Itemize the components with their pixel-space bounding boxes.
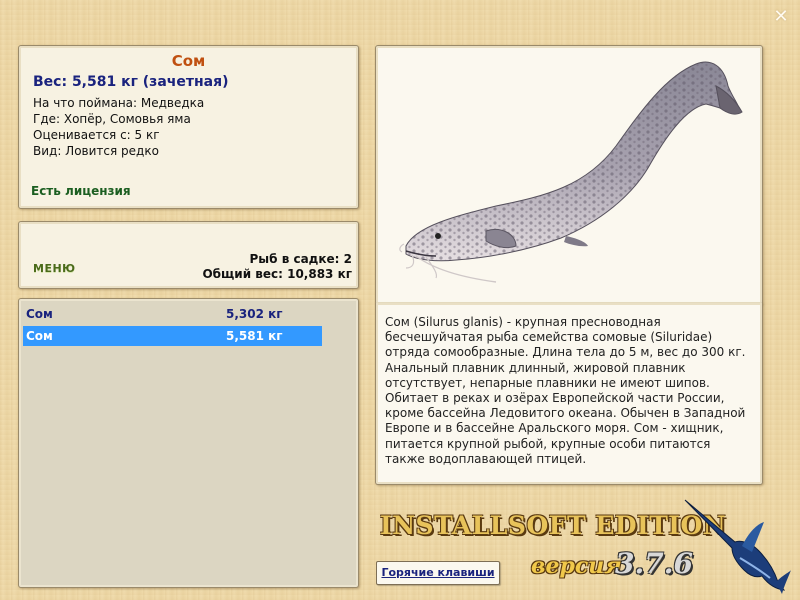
fish-weight: Вес: 5,581 кг (зачетная): [33, 74, 229, 90]
list-item[interactable]: Сом 5,302 кг: [23, 304, 322, 324]
hotkeys-button[interactable]: Горячие клавиши: [376, 561, 500, 585]
list-item-selected[interactable]: Сом 5,581 кг: [23, 326, 322, 346]
close-icon: ✕: [773, 6, 789, 27]
version-label: версия: [531, 553, 622, 579]
fish-info-panel: Сом Вес: 5,581 кг (зачетная) На что пойм…: [18, 45, 359, 209]
list-item-name: Сом: [26, 329, 53, 343]
menu-button[interactable]: МЕНЮ: [33, 262, 76, 275]
bait-info: На что поймана: Медведка: [33, 96, 205, 110]
marlin-logo: [684, 499, 791, 594]
list-item-weight: 5,581 кг: [226, 329, 283, 343]
close-button[interactable]: ✕: [771, 7, 791, 27]
list-item-name: Сом: [26, 307, 53, 321]
total-weight: Общий вес: 10,883 кг: [202, 267, 352, 281]
list-item-weight: 5,302 кг: [226, 307, 283, 321]
catch-list: Сом 5,302 кг Сом 5,581 кг: [18, 298, 359, 588]
location-info: Где: Хопёр, Сомовья яма: [33, 112, 191, 126]
kind-info: Вид: Ловится редко: [33, 144, 159, 158]
fish-description: Сом (Silurus glanis) - крупная пресновод…: [385, 315, 746, 466]
valued-from-info: Оценивается с: 5 кг: [33, 128, 160, 142]
catfish-image: [399, 61, 743, 283]
fish-title: Сом: [171, 52, 206, 70]
license-status: Есть лицензия: [31, 184, 131, 198]
fish-image-panel: [375, 45, 763, 305]
description-panel: Сом (Silurus glanis) - крупная пресновод…: [375, 303, 763, 485]
menu-panel: МЕНЮ Рыб в садке: 2 Общий вес: 10,883 кг: [18, 221, 359, 289]
fish-in-cage-count: Рыб в садке: 2: [249, 252, 353, 266]
brand-title: INSTALLSOFT EDITION: [380, 511, 727, 540]
